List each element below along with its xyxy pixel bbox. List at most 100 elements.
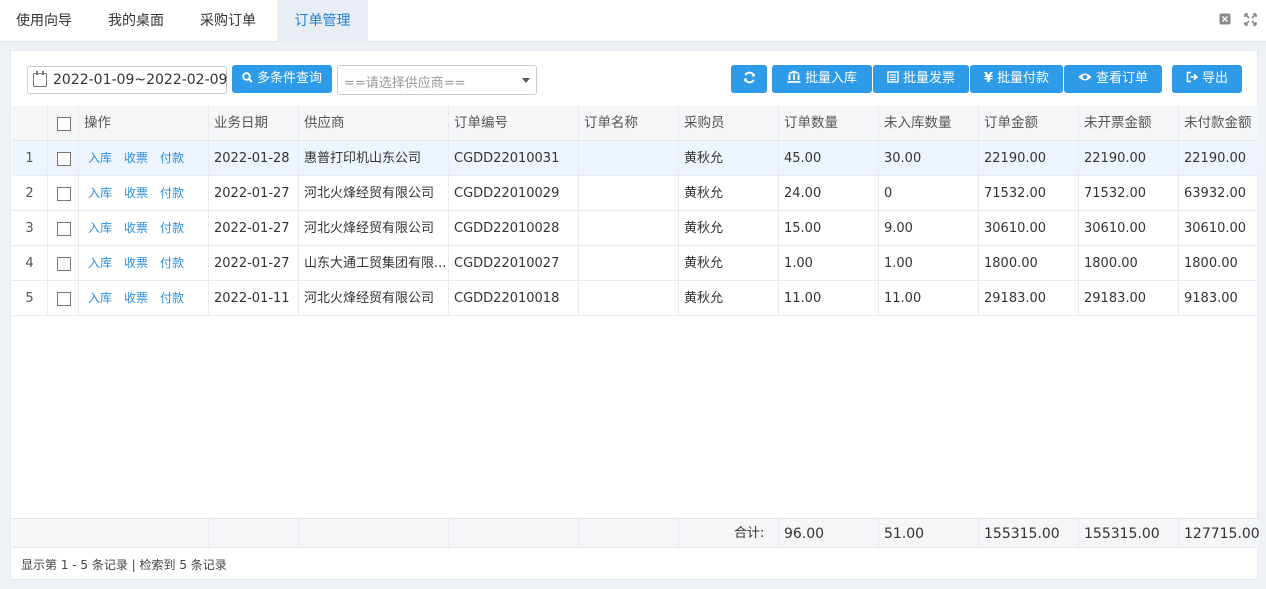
tab-guide[interactable]: 使用向导 bbox=[0, 0, 88, 42]
cell-not-in: 1.00 bbox=[884, 256, 913, 271]
close-tab-icon[interactable] bbox=[1218, 13, 1232, 27]
cell-not-in: 11.00 bbox=[884, 291, 922, 306]
inbound-link[interactable]: 入库 bbox=[88, 186, 112, 200]
column-divider bbox=[47, 106, 48, 316]
tab-order-management[interactable]: 订单管理 bbox=[277, 0, 368, 42]
column-divider bbox=[1078, 106, 1079, 316]
row-checkbox[interactable] bbox=[57, 152, 71, 166]
column-divider bbox=[978, 519, 979, 549]
cell-order-name bbox=[580, 281, 678, 316]
header-supplier[interactable]: 供应商 bbox=[300, 106, 448, 141]
batch-invoice-label: 批量发票 bbox=[902, 71, 955, 86]
header-order-name[interactable]: 订单名称 bbox=[580, 106, 678, 141]
pay-link[interactable]: 付款 bbox=[160, 151, 184, 165]
header-qty[interactable]: 订单数量 bbox=[780, 106, 878, 141]
row-actions: 入库 收票 付款 bbox=[84, 141, 208, 176]
receipt-link[interactable]: 收票 bbox=[124, 291, 148, 305]
order-management-panel: 2022-01-09~2022-02-09 多条件查询 ==请选择供应商== 批… bbox=[10, 50, 1260, 580]
cell-order-name bbox=[580, 176, 678, 211]
table-row[interactable]: 4 入库 收票 付款 2022-01-27 山东大通工贸集团有限... CGDD220100… bbox=[12, 246, 1258, 281]
header-date[interactable]: 业务日期 bbox=[210, 106, 298, 141]
cell-unpaid: 9183.00 bbox=[1184, 291, 1238, 306]
batch-inbound-label: 批量入库 bbox=[804, 71, 857, 86]
receipt-link[interactable]: 收票 bbox=[124, 151, 148, 165]
export-button[interactable]: 导出 bbox=[1172, 65, 1242, 93]
inbound-link[interactable]: 入库 bbox=[88, 256, 112, 270]
header-unpaid[interactable]: 未付款金额 bbox=[1180, 106, 1258, 141]
date-range-value: 2022-01-09~2022-02-09 bbox=[53, 72, 228, 88]
column-divider bbox=[578, 106, 579, 316]
receipt-link[interactable]: 收票 bbox=[124, 221, 148, 235]
row-number: 5 bbox=[25, 291, 34, 306]
date-range-picker[interactable]: 2022-01-09~2022-02-09 bbox=[27, 66, 227, 94]
cell-amount: 22190.00 bbox=[984, 151, 1047, 166]
row-checkbox[interactable] bbox=[57, 187, 71, 201]
cell-unpaid: 22190.00 bbox=[1184, 151, 1247, 166]
header-not-in[interactable]: 未入库数量 bbox=[880, 106, 978, 141]
receipt-link[interactable]: 收票 bbox=[124, 256, 148, 270]
column-divider bbox=[1178, 519, 1179, 549]
cell-buyer: 黄秋允 bbox=[684, 291, 724, 306]
cell-qty: 15.00 bbox=[784, 221, 822, 236]
cell-qty: 1.00 bbox=[784, 256, 813, 271]
cell-supplier: 惠普打印机山东公司 bbox=[304, 151, 422, 166]
header-buyer[interactable]: 采购员 bbox=[680, 106, 778, 141]
cell-unpaid: 1800.00 bbox=[1184, 256, 1238, 271]
cell-buyer: 黄秋允 bbox=[684, 186, 724, 201]
cell-uninvoiced: 29183.00 bbox=[1084, 291, 1147, 306]
table-row[interactable]: 2 入库 收票 付款 2022-01-27 河北火烽经贸有限公司 CGDD22010029 黄… bbox=[12, 176, 1258, 211]
column-divider bbox=[978, 106, 979, 316]
total-unpaid: 127715.00 bbox=[1184, 526, 1260, 542]
table-row[interactable]: 5 入库 收票 付款 2022-01-11 河北火烽经贸有限公司 CGDD22010018 黄… bbox=[12, 281, 1258, 316]
row-actions: 入库 收票 付款 bbox=[84, 246, 208, 281]
row-checkbox[interactable] bbox=[57, 292, 71, 306]
receipt-link[interactable]: 收票 bbox=[124, 186, 148, 200]
select-all-checkbox[interactable] bbox=[57, 117, 71, 131]
header-amount[interactable]: 订单金额 bbox=[980, 106, 1078, 141]
tab-purchase-order[interactable]: 采购订单 bbox=[184, 0, 272, 42]
total-qty: 96.00 bbox=[784, 526, 825, 542]
batch-invoice-button[interactable]: 批量发票 bbox=[873, 65, 969, 93]
cell-date: 2022-01-27 bbox=[214, 186, 290, 201]
totals-row: 合计: 96.00 51.00 155315.00 155315.00 1277… bbox=[12, 518, 1260, 549]
cell-order-name bbox=[580, 211, 678, 246]
eye-icon bbox=[1078, 65, 1092, 93]
batch-payment-button[interactable]: ¥ 批量付款 bbox=[970, 65, 1063, 93]
column-divider bbox=[878, 519, 879, 549]
cell-amount: 30610.00 bbox=[984, 221, 1047, 236]
pay-link[interactable]: 付款 bbox=[160, 291, 184, 305]
column-divider bbox=[878, 106, 879, 316]
table-row[interactable]: 3 入库 收票 付款 2022-01-27 河北火烽经贸有限公司 CGDD22010028 黄… bbox=[12, 211, 1258, 246]
column-divider bbox=[208, 519, 209, 549]
yen-icon: ¥ bbox=[983, 71, 994, 86]
view-order-label: 查看订单 bbox=[1095, 71, 1148, 86]
pay-link[interactable]: 付款 bbox=[160, 221, 184, 235]
row-checkbox[interactable] bbox=[57, 257, 71, 271]
header-order-no[interactable]: 订单编号 bbox=[450, 106, 578, 141]
multi-search-button[interactable]: 多条件查询 bbox=[232, 65, 332, 93]
cell-supplier: 山东大通工贸集团有限... bbox=[304, 256, 447, 271]
pay-link[interactable]: 付款 bbox=[160, 186, 184, 200]
inbound-link[interactable]: 入库 bbox=[88, 151, 112, 165]
header-uninvoiced[interactable]: 未开票金额 bbox=[1080, 106, 1178, 141]
batch-inbound-button[interactable]: 批量入库 bbox=[772, 65, 872, 93]
tab-desktop[interactable]: 我的桌面 bbox=[92, 0, 180, 42]
row-actions: 入库 收票 付款 bbox=[84, 176, 208, 211]
pay-link[interactable]: 付款 bbox=[160, 256, 184, 270]
column-divider bbox=[1178, 106, 1179, 316]
table-row[interactable]: 1 入库 收票 付款 2022-01-28 惠普打印机山东公司 CGDD22010031 黄秋… bbox=[12, 141, 1258, 176]
row-checkbox[interactable] bbox=[57, 222, 71, 236]
cell-order-name bbox=[580, 141, 678, 176]
inbound-link[interactable]: 入库 bbox=[88, 221, 112, 235]
column-divider bbox=[78, 106, 79, 316]
table-header: 操作 业务日期 供应商 订单编号 订单名称 采购员 订单数量 未入库数量 订单金… bbox=[12, 106, 1258, 141]
chevron-down-icon bbox=[522, 78, 530, 83]
refresh-button[interactable] bbox=[731, 65, 767, 93]
totals-label: 合计: bbox=[734, 526, 765, 541]
inbound-link[interactable]: 入库 bbox=[88, 291, 112, 305]
fullscreen-icon[interactable] bbox=[1243, 13, 1257, 27]
invoice-icon bbox=[887, 65, 899, 93]
supplier-select[interactable]: ==请选择供应商== bbox=[337, 65, 537, 95]
view-order-button[interactable]: 查看订单 bbox=[1064, 65, 1162, 93]
batch-payment-label: 批量付款 bbox=[997, 71, 1050, 86]
